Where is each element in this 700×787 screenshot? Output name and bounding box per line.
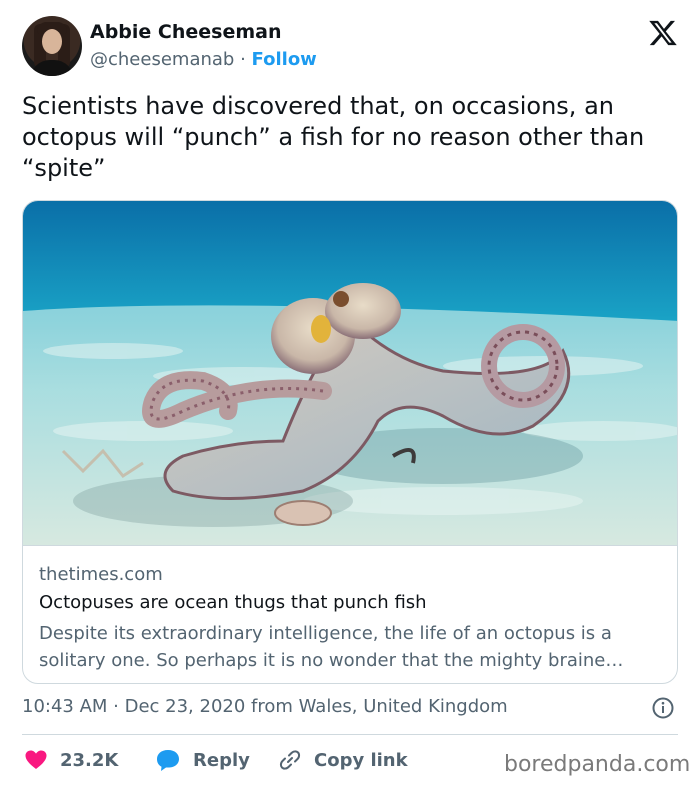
author-handle[interactable]: @cheesemanab xyxy=(90,49,234,70)
author-handle-line: @cheesemanab · Follow xyxy=(90,49,317,70)
follow-button[interactable]: Follow xyxy=(252,49,317,70)
author-name[interactable]: Abbie Cheeseman xyxy=(90,21,282,43)
card-domain: thetimes.com xyxy=(39,564,163,585)
separator-dot: · xyxy=(240,49,246,70)
speech-bubble-icon xyxy=(157,750,179,771)
like-count: 23.2K xyxy=(60,749,119,771)
author-avatar[interactable] xyxy=(22,16,82,76)
card-description: Despite its extraordinary intelligence, … xyxy=(39,623,624,671)
link-icon xyxy=(279,750,301,770)
like-button[interactable]: 23.2K xyxy=(24,746,118,774)
tweet-meta[interactable]: 10:43 AM · Dec 23, 2020 from Wales, Unit… xyxy=(22,696,508,717)
link-card[interactable]: thetimes.com Octopuses are ocean thugs t… xyxy=(22,200,678,684)
card-body[interactable]: thetimes.com Octopuses are ocean thugs t… xyxy=(23,545,677,683)
watermark-text: boredpanda.com xyxy=(504,752,691,777)
tweet-header: Abbie Cheeseman @cheesemanab · Follow xyxy=(22,16,682,78)
octopus-image xyxy=(23,201,677,545)
copy-link-label: Copy link xyxy=(314,749,408,771)
x-logo-icon[interactable] xyxy=(648,18,678,48)
card-image[interactable] xyxy=(23,201,677,545)
reply-label: Reply xyxy=(193,749,250,771)
info-icon[interactable] xyxy=(651,696,675,720)
heart-icon xyxy=(25,750,47,769)
card-title[interactable]: Octopuses are ocean thugs that punch fis… xyxy=(39,592,427,613)
reply-button[interactable]: Reply xyxy=(155,746,250,774)
divider xyxy=(22,734,678,735)
tweet-text: Scientists have discovered that, on occa… xyxy=(22,92,645,182)
copy-link-button[interactable]: Copy link xyxy=(278,746,408,774)
